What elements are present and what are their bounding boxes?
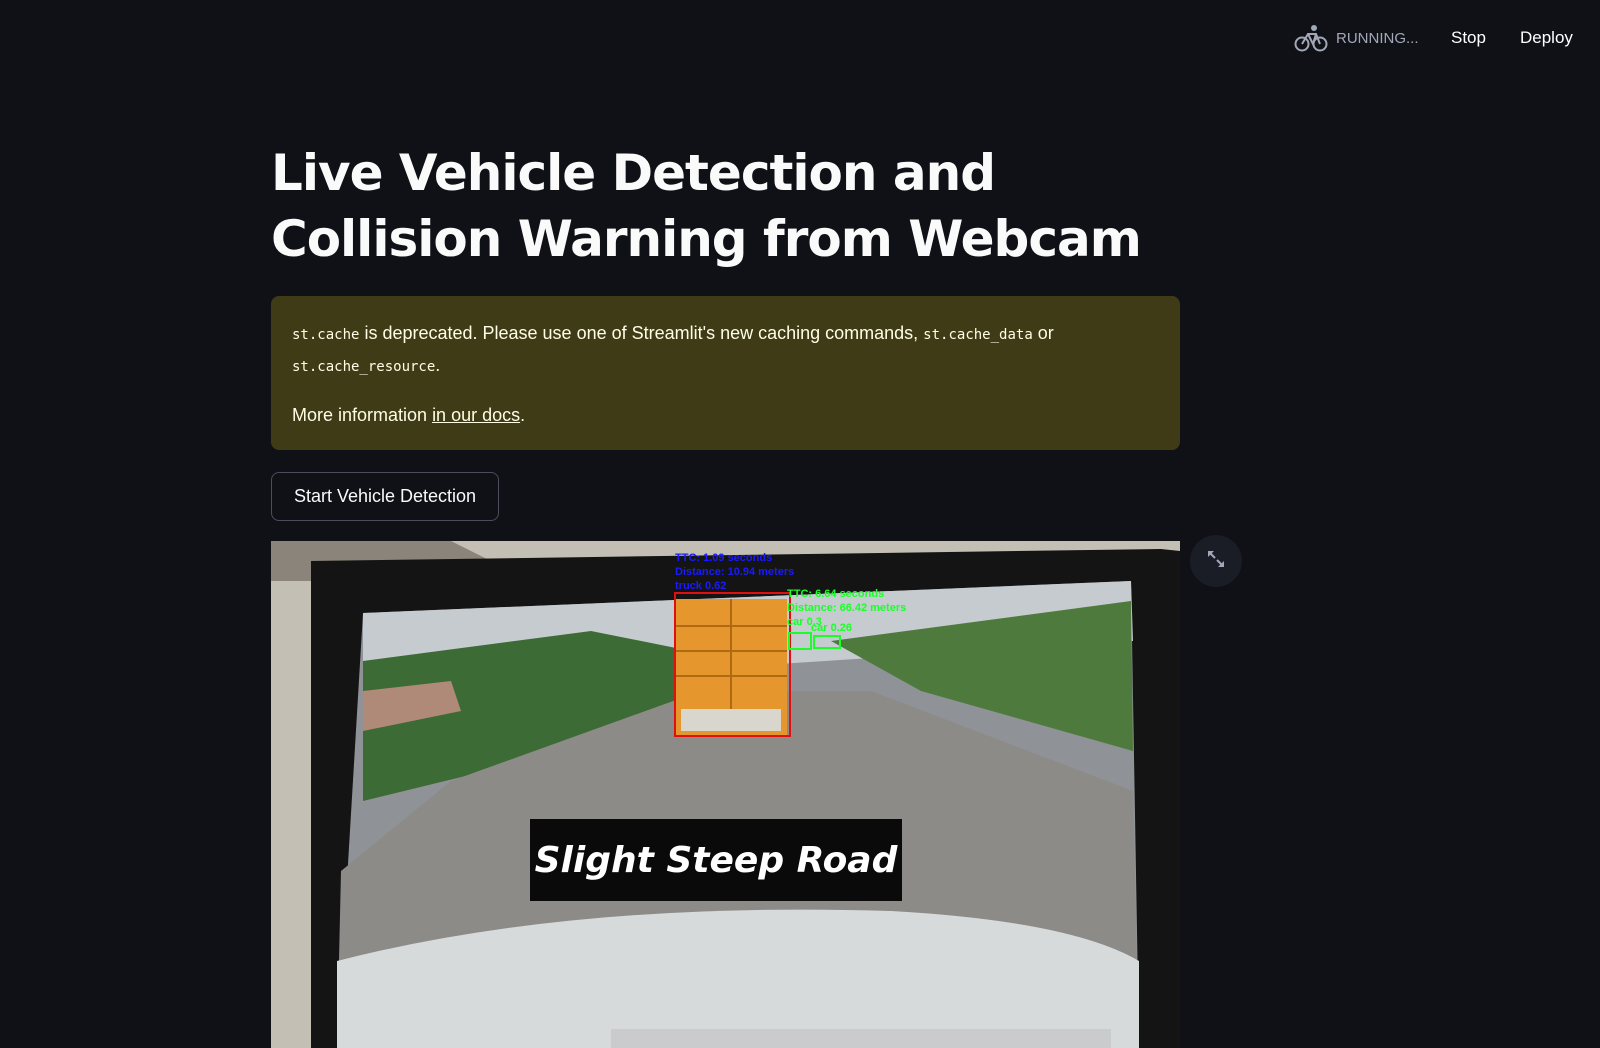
car-ttc-label: TTC: 6.64 seconds [787,588,884,600]
code-st-cache-data: st.cache_data [923,327,1033,343]
start-detection-button[interactable]: Start Vehicle Detection [271,472,499,521]
running-status: RUNNING... [1294,22,1419,54]
road-sign-text: Slight Steep Road [535,840,899,881]
page-title: Live Vehicle Detection and Collision War… [271,144,1142,268]
docs-link[interactable]: in our docs [432,405,520,425]
truck-class-label: truck 0.62 [675,580,726,592]
warning-message: st.cache is deprecated. Please use one o… [292,318,1160,382]
warning-text-2: or [1032,323,1054,343]
app-header: RUNNING... Stop Deploy [0,0,1600,76]
truck-distance-label: Distance: 10.94 meters [675,566,794,578]
code-st-cache-resource: st.cache_resource [292,359,436,375]
more-info-prefix: More information [292,405,433,425]
truck-ttc-label: TTC: 1.09 seconds [675,552,772,564]
car-distance-label: Distance: 66.42 meters [787,602,906,614]
bicycle-icon [1294,23,1328,53]
warning-more-info: More information in our docs. [292,400,1160,430]
expand-icon [1205,548,1227,574]
code-st-cache: st.cache [292,327,360,343]
deprecation-warning: st.cache is deprecated. Please use one o… [271,296,1180,450]
fullscreen-button[interactable] [1190,535,1242,587]
webcam-video-frame: TTC: 1.09 seconds Distance: 10.94 meters… [271,541,1180,1048]
deploy-button[interactable]: Deploy [1520,24,1573,52]
video-scene: TTC: 1.09 seconds Distance: 10.94 meters… [271,541,1180,1048]
more-info-suffix: . [520,405,526,425]
warning-text-3: . [435,355,441,375]
car-class-label-2: car 0.26 [811,622,852,634]
stop-button[interactable]: Stop [1451,24,1486,52]
status-text: RUNNING... [1336,29,1419,47]
warning-text-1: is deprecated. Please use one of Streaml… [359,323,924,343]
